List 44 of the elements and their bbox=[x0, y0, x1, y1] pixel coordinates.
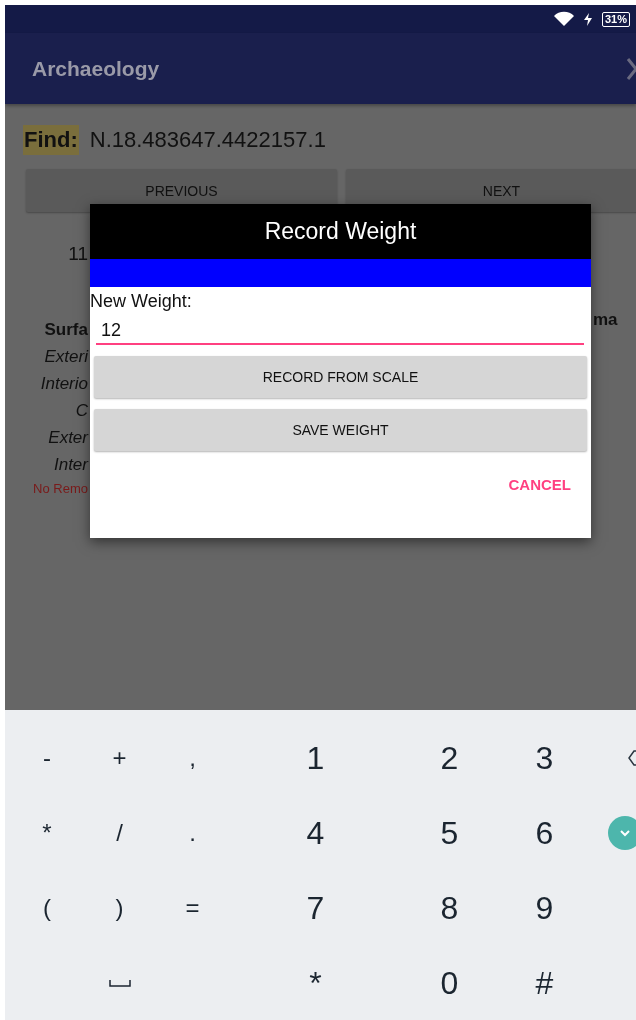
keyboard-key[interactable]: 5 bbox=[429, 812, 470, 853]
keyboard-key[interactable]: 9 bbox=[524, 887, 565, 928]
field-label: New Weight: bbox=[90, 291, 193, 312]
find-id: N.18.483647.4422157.1 bbox=[89, 127, 326, 153]
row-label: Exteri bbox=[44, 347, 88, 367]
keyboard-key[interactable]: + bbox=[99, 737, 140, 778]
keyboard-key[interactable]: = bbox=[172, 887, 213, 928]
keyboard-key[interactable]: 1 bbox=[295, 737, 336, 778]
space-key[interactable] bbox=[108, 978, 131, 987]
row-label: Inter bbox=[53, 455, 88, 475]
keyboard-key[interactable]: 8 bbox=[429, 887, 470, 928]
keyboard-key[interactable]: 2 bbox=[429, 737, 470, 778]
dialog-title: Record Weight bbox=[90, 204, 591, 259]
keyboard-key[interactable]: ( bbox=[27, 887, 67, 928]
chevron-right-icon[interactable] bbox=[626, 56, 636, 81]
column-heading: Surfa bbox=[44, 320, 88, 340]
keyboard-key[interactable]: * bbox=[295, 962, 336, 1003]
count-text: 11 bbox=[68, 243, 88, 265]
save-weight-button[interactable]: SAVE WEIGHT bbox=[94, 409, 587, 451]
keyboard-key[interactable]: * bbox=[27, 812, 67, 853]
keyboard-key[interactable]: 4 bbox=[295, 812, 336, 853]
keyboard-key[interactable]: - bbox=[27, 737, 67, 778]
find-label: Find: bbox=[23, 125, 79, 155]
record-from-scale-button[interactable]: RECORD FROM SCALE bbox=[94, 356, 587, 398]
keyboard-key[interactable]: / bbox=[99, 812, 140, 853]
charging-icon bbox=[583, 12, 592, 26]
row-label: C bbox=[75, 401, 88, 421]
keyboard-key[interactable]: 7 bbox=[295, 887, 336, 928]
row-label: Exter bbox=[48, 428, 88, 448]
chevron-down-icon bbox=[618, 827, 632, 838]
column-heading: ma bbox=[593, 310, 618, 330]
row-label: Interio bbox=[40, 374, 88, 394]
keyboard-key[interactable]: # bbox=[524, 962, 565, 1003]
keyboard-key[interactable]: 0 bbox=[429, 962, 470, 1003]
battery-level: 31% bbox=[601, 11, 630, 27]
wifi-icon bbox=[553, 11, 574, 27]
warning-text: No Remo bbox=[33, 481, 88, 496]
keyboard-key[interactable]: 3 bbox=[524, 737, 565, 778]
keyboard-key[interactable]: , bbox=[172, 737, 213, 778]
keyboard-key[interactable]: ) bbox=[99, 887, 140, 928]
keyboard-key[interactable]: . bbox=[172, 812, 213, 853]
keyboard-key[interactable]: 6 bbox=[524, 812, 565, 853]
weight-input-field[interactable]: 12 bbox=[96, 318, 584, 345]
app-title: Archaeology bbox=[32, 56, 160, 81]
